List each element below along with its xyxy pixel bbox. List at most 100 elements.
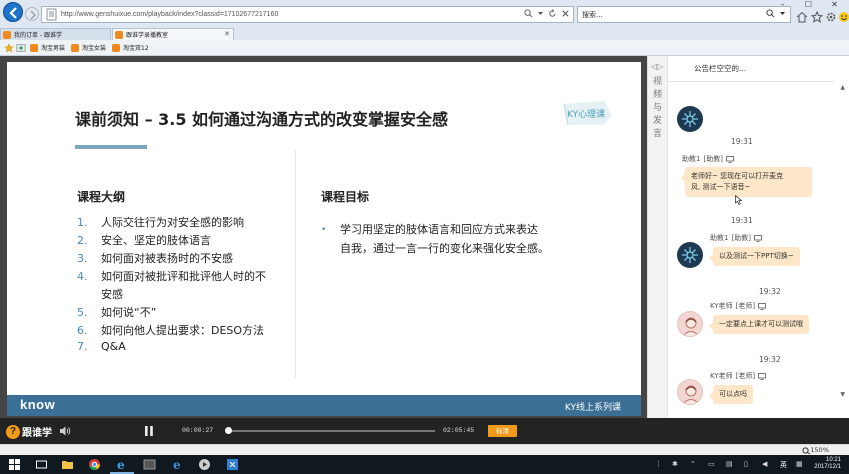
edge-icon[interactable]: e [171,458,184,471]
browser-status-bar: 150% [0,444,849,455]
message-time: 19:31 [731,137,753,146]
volume-icon[interactable] [59,425,71,437]
favorites-star-icon[interactable] [4,43,14,53]
tab-playback-classroom[interactable]: 跟谁学录播教室 ✕ [112,28,234,40]
scroll-up-icon[interactable]: ▲ [840,84,845,91]
favorite-link[interactable]: 淘宝男装 [30,43,65,52]
video-chat-side-tab[interactable]: ◁▷ 视频与发言 [647,56,667,418]
brand-mark-icon: ? [6,424,20,439]
list-item: 6. 如何向他人提出要求：DESO方法 [77,322,264,338]
current-time: 00:00:27 [182,427,214,434]
navigation-row: http://www.genshuixue.com/playback/index… [0,0,849,28]
back-button[interactable] [3,2,23,22]
favorite-link[interactable]: 淘宝双12 [112,43,149,52]
quality-button[interactable]: 标清 [488,425,517,437]
search-placeholder: 搜索... [582,11,603,19]
file-explorer-icon[interactable] [61,458,74,471]
minimize-button[interactable]: – [773,0,792,10]
home-icon[interactable] [796,11,808,23]
site-icon [112,43,120,52]
add-favorite-icon[interactable] [16,43,26,53]
star-icon[interactable] [811,11,823,23]
list-item: 3. 如何面对被表扬时的不安感 [77,250,233,266]
message-sender: KY老师 [老师] [710,371,767,381]
chrome-icon[interactable] [88,458,101,471]
windows-start-icon[interactable] [8,458,21,471]
tray-volume-icon[interactable]: ◀ [762,460,767,468]
store-icon[interactable] [226,458,239,471]
chat-panel: 公告栏空空的... ▲ ▼ 19:31 助教1 [助教] 老师好~ 您现在可以打… [667,56,849,418]
gear-icon[interactable] [825,11,837,23]
assistant-avatar-icon [682,247,698,263]
message-line: 一定要点上课才可以测试哦 [719,320,803,328]
maximize-button[interactable]: ☐ [799,0,818,10]
list-text: 如何说“不” [101,306,157,319]
pause-button[interactable] [144,425,154,437]
playback-page: 课前须知 – 3.5 如何通过沟通方式的改变掌握安全感 KY心理课 课程大纲 1… [0,56,849,418]
video-area[interactable]: 课前须知 – 3.5 如何通过沟通方式的改变掌握安全感 KY心理课 课程大纲 1… [0,56,647,418]
tray-bluetooth-icon[interactable]: ✱ [672,460,678,468]
notice-text: 公告栏空空的... [694,64,747,73]
site-icon [115,30,123,39]
refresh-icon[interactable] [548,9,557,18]
message-sender: 助教1 [助教] [710,233,762,243]
stop-icon[interactable] [561,9,570,18]
list-item: 安感 [77,286,123,302]
collapse-toggle-icon[interactable]: ◁▷ [651,62,663,71]
message-time: 19:31 [731,216,753,225]
forward-button[interactable] [25,7,39,21]
tray-people-icon[interactable]: ⋮ [655,460,662,468]
tray-network-icon[interactable]: ▤ [726,460,733,468]
goal-text-line: 学习用坚定的肢体语言和回应方式来表达 [340,223,538,236]
goal-text-line: 自我，通过一言一行的变化来强化安全感。 [340,242,549,255]
dropdown-icon[interactable] [537,9,544,18]
page-icon [46,8,57,21]
smiley-icon[interactable] [838,11,849,23]
teacher-avatar-icon [682,385,700,404]
arrow-left-icon [9,7,17,19]
list-item: 4. 如何面对被批评和批评他人时的不 [77,268,266,284]
system-clock[interactable]: 10:21 2017/12/1 [814,457,841,471]
slide-logo-text: KY心理课 [567,110,606,120]
progress-handle[interactable] [225,427,233,434]
input-method-indicator[interactable]: 英 [780,460,787,470]
media-player-icon[interactable] [198,458,211,471]
monitor-icon [758,372,767,380]
app-icon[interactable] [143,458,156,471]
avatar [677,311,703,337]
address-bar[interactable]: http://www.genshuixue.com/playback/index… [41,6,574,23]
search-icon[interactable] [766,9,775,18]
tab-label: 我的订单 - 跟谁学 [14,32,62,39]
tray-keyboard-icon[interactable]: ▦ [796,460,803,468]
message-bubble: 老师好~ 您现在可以打开麦克 风, 测试一下语音~ [681,167,812,197]
site-icon [71,43,79,52]
dropdown-icon[interactable] [779,9,786,18]
tray-battery-icon[interactable]: ▯ [744,460,748,468]
search-icon[interactable] [524,9,533,18]
favorite-link[interactable]: 淘宝女装 [71,43,106,52]
tray-app-icon[interactable]: ▭ [708,460,715,468]
progress-bar[interactable] [228,430,435,432]
duration-time: 02:05:45 [443,427,475,434]
message-line: 以及测试一下PPT切换~ [719,252,794,260]
close-button[interactable]: ✕ [825,0,844,10]
sender-role: [助教] [703,155,723,163]
clock-time: 10:21 [825,457,841,463]
message-time: 19:32 [759,355,781,364]
sender-name: 助教1 [682,155,701,163]
scroll-down-icon[interactable]: ▼ [840,391,845,398]
list-number: 4. [77,270,88,283]
tab-my-orders[interactable]: 我的订单 - 跟谁学 [0,28,111,40]
tray-expand-icon[interactable]: ⌃ [690,460,696,468]
outline-heading: 课程大纲 [77,190,126,204]
list-number: 1. [77,216,88,229]
list-text: 安感 [101,288,123,301]
zoom-level[interactable]: 150% [810,446,829,454]
close-tab-icon[interactable]: ✕ [224,30,230,38]
brand-name: 跟谁学 [22,428,52,439]
tab-label: 跟谁学录播教室 [126,32,169,39]
internet-explorer-icon[interactable]: e [115,458,128,471]
search-box[interactable]: 搜索... [577,6,791,23]
task-view-icon[interactable] [35,458,48,471]
footer-series: KY线上系列课 [564,403,621,413]
